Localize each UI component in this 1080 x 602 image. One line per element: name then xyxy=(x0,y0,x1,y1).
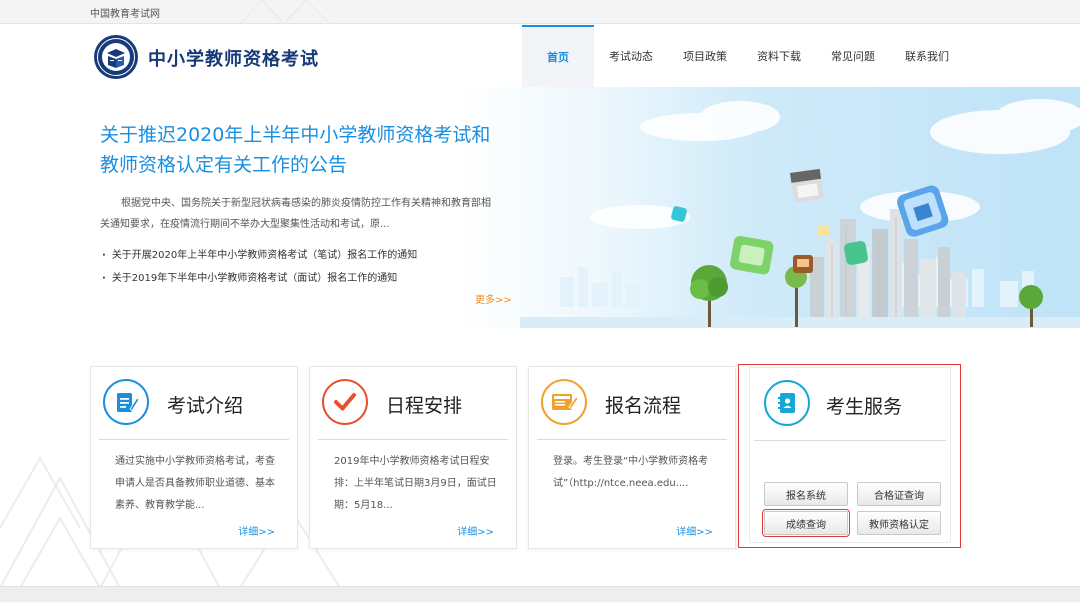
divider xyxy=(99,439,289,440)
news-item[interactable]: 关于开展2020年上半年中小学教师资格考试（笔试）报名工作的通知 xyxy=(102,244,417,267)
card-description: 登录。考生登录“中小学教师资格考试”（http://ntce.neea.edu.… xyxy=(553,456,709,489)
nav-policy[interactable]: 项目政策 xyxy=(668,25,742,87)
registration-system-button[interactable]: 报名系统 xyxy=(764,482,848,506)
more-link[interactable]: 更多>> xyxy=(475,291,512,306)
top-strip: 中国教育考试网 xyxy=(0,0,1080,24)
banner-summary: 根据党中央、国务院关于新型冠状病毒感染的肺炎疫情防控工作有关精神和教育部相关通知… xyxy=(100,198,491,230)
teacher-qualification-button[interactable]: 教师资格认定 xyxy=(857,511,941,535)
exam-intro-card: 考试介绍 通过实施中小学教师资格考试，考查申请人是否具备教师职业道德、基本素养、… xyxy=(90,366,298,549)
detail-link[interactable]: 详细>> xyxy=(238,523,275,538)
nav-contact[interactable]: 联系我们 xyxy=(890,25,964,87)
form-pencil-icon xyxy=(541,379,587,425)
contact-book-icon xyxy=(764,380,810,426)
certificate-query-button[interactable]: 合格证查询 xyxy=(857,482,941,506)
nav-downloads[interactable]: 资料下载 xyxy=(742,25,816,87)
news-item[interactable]: 关于2019年下半年中小学教师资格考试（面试）报名工作的通知 xyxy=(102,267,417,290)
card-description: 通过实施中小学教师资格考试，考查申请人是否具备教师职业道德、基本素养、教育教学能… xyxy=(115,456,275,511)
detail-link[interactable]: 详细>> xyxy=(676,523,713,538)
divider xyxy=(754,440,946,441)
service-card: 考生服务 报名系统 合格证查询 成绩查询 教师资格认定 xyxy=(749,367,951,543)
nav-faq[interactable]: 常见问题 xyxy=(816,25,890,87)
card-title[interactable]: 考试介绍 xyxy=(167,391,243,418)
nav-home[interactable]: 首页 xyxy=(522,25,594,87)
site-name[interactable]: 中国教育考试网 xyxy=(90,5,160,20)
card-description: 2019年中小学教师资格考试日程安排：上半年笔试日期3月9日，面试日期：5月18… xyxy=(334,456,497,511)
exam-logo-icon[interactable] xyxy=(93,34,139,80)
registration-process-card: 报名流程 登录。考生登录“中小学教师资格考试”（http://ntce.neea… xyxy=(528,366,736,549)
schedule-card: 日程安排 2019年中小学教师资格考试日程安排：上半年笔试日期3月9日，面试日期… xyxy=(309,366,517,549)
candidate-service-panel: 考生服务 报名系统 合格证查询 成绩查询 教师资格认定 xyxy=(738,364,961,548)
banner-headline[interactable]: 关于推迟2020年上半年中小学教师资格考试和教师资格认定有关工作的公告 xyxy=(100,120,500,180)
detail-link[interactable]: 详细>> xyxy=(457,523,494,538)
nav-exam-news[interactable]: 考试动态 xyxy=(594,25,668,87)
news-list: 关于开展2020年上半年中小学教师资格考试（笔试）报名工作的通知 关于2019年… xyxy=(102,244,417,290)
footer-bar xyxy=(0,586,1080,602)
checkmark-icon xyxy=(322,379,368,425)
score-query-button[interactable]: 成绩查询 xyxy=(762,509,850,537)
site-brand[interactable]: 中小学教师资格考试 xyxy=(148,45,319,71)
document-pen-icon xyxy=(103,379,149,425)
banner: 关于推迟2020年上半年中小学教师资格考试和教师资格认定有关工作的公告 根据党中… xyxy=(0,87,1080,328)
main-nav: 首页 考试动态 项目政策 资料下载 常见问题 联系我们 xyxy=(522,25,964,87)
divider xyxy=(318,439,508,440)
site-header: 中小学教师资格考试 首页 考试动态 项目政策 资料下载 常见问题 联系我们 xyxy=(0,25,1080,87)
top-strip-decoration xyxy=(239,0,331,24)
service-area: 考试介绍 通过实施中小学教师资格考试，考查申请人是否具备教师职业道德、基本素养、… xyxy=(0,328,1080,602)
service-title[interactable]: 考生服务 xyxy=(826,392,902,419)
divider xyxy=(537,439,727,440)
card-title[interactable]: 日程安排 xyxy=(386,391,462,418)
card-title[interactable]: 报名流程 xyxy=(605,391,681,418)
